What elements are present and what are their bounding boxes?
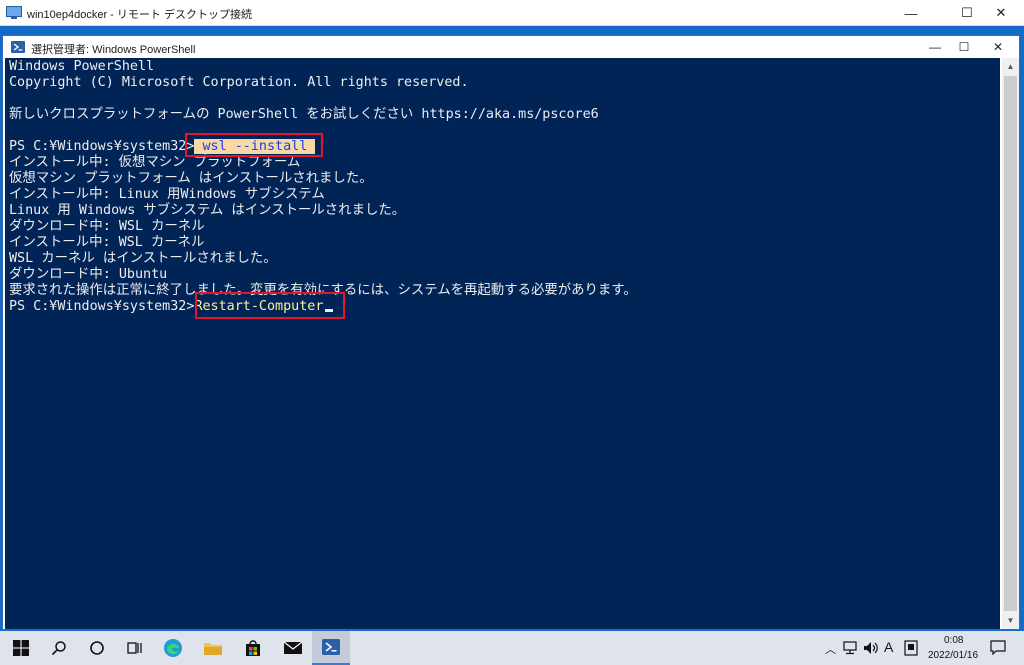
console-line: インストール中: WSL カーネル <box>9 235 205 250</box>
powershell-titlebar[interactable]: 選択管理者: Windows PowerShell — ☐ ✕ <box>3 36 1019 58</box>
console-line: 仮想マシン プラットフォーム はインストールされました。 <box>9 171 373 186</box>
maximize-icon: ☐ <box>958 40 970 54</box>
close-icon: ✕ <box>992 40 1004 54</box>
scroll-thumb[interactable] <box>1004 76 1017 611</box>
windows-start-icon <box>13 640 29 656</box>
clock-time[interactable]: 0:08 <box>944 635 963 646</box>
mail-button[interactable] <box>274 631 312 665</box>
clock-date[interactable]: 2022/01/16 <box>928 650 978 661</box>
minimize-icon: — <box>904 5 918 21</box>
store-icon <box>246 640 260 656</box>
search-icon <box>51 641 66 656</box>
console-line: WSL カーネル はインストールされました。 <box>9 251 277 266</box>
maximize-icon: ☐ <box>961 5 973 20</box>
rdp-window-title: win10ep4docker - リモート デスクトップ接続 <box>27 9 252 21</box>
task-view-icon <box>127 642 142 654</box>
rdp-close-button[interactable]: ✕ <box>978 0 1024 26</box>
console-line: 新しいクロスプラットフォームの PowerShell をお試しください http… <box>9 107 599 122</box>
powershell-icon <box>322 639 340 655</box>
powershell-icon <box>11 41 25 53</box>
show-hidden-icons-chevron-icon[interactable]: ︿ <box>825 641 836 657</box>
ime-pad-icon[interactable] <box>904 640 918 656</box>
ps-close-button[interactable]: ✕ <box>976 36 1020 58</box>
powershell-window-title: 選択管理者: Windows PowerShell <box>31 44 196 56</box>
remote-desktop-icon <box>6 6 22 19</box>
edge-button[interactable] <box>154 631 192 665</box>
taskbar: ︿ A 0:08 2022/01/16 <box>0 631 1024 665</box>
close-icon: ✕ <box>995 5 1007 20</box>
vertical-scrollbar[interactable]: ▲ ▼ <box>1002 58 1019 629</box>
restart-command-highlight <box>195 292 345 319</box>
console-line: Windows PowerShell <box>9 59 155 74</box>
edge-icon <box>164 639 182 657</box>
powershell-window: 選択管理者: Windows PowerShell — ☐ ✕ Windows … <box>2 35 1020 630</box>
console-line: Linux 用 Windows サブシステム はインストールされました。 <box>9 203 406 218</box>
cortana-icon <box>90 641 104 655</box>
volume-icon[interactable] <box>863 641 879 655</box>
console-line: Copyright (C) Microsoft Corporation. All… <box>9 75 469 90</box>
ime-indicator[interactable]: A <box>884 639 893 655</box>
notification-icon[interactable] <box>990 640 1006 655</box>
prompt: PS C:¥Windows¥system32> <box>9 299 195 314</box>
wsl-command-highlight <box>185 133 323 157</box>
task-view-button[interactable] <box>116 631 154 665</box>
network-icon[interactable] <box>843 641 859 655</box>
start-button[interactable] <box>2 631 40 665</box>
console-output[interactable]: Windows PowerShell Copyright (C) Microso… <box>5 58 1000 629</box>
prompt: PS C:¥Windows¥system32> <box>9 139 195 154</box>
scroll-up-arrow-icon[interactable]: ▲ <box>1002 58 1019 75</box>
mail-icon <box>283 641 303 654</box>
console-line: インストール中: Linux 用Windows サブシステム <box>9 187 325 202</box>
file-explorer-icon <box>204 643 222 655</box>
store-button[interactable] <box>234 631 272 665</box>
cortana-button[interactable] <box>78 631 116 665</box>
console-line: インストール中: 仮想マシン プラットフォーム <box>9 155 301 170</box>
console-line: ダウンロード中: Ubuntu <box>9 267 168 282</box>
rdp-minimize-button[interactable]: — <box>888 0 934 26</box>
console-line: ダウンロード中: WSL カーネル <box>9 219 205 234</box>
file-explorer-button[interactable] <box>194 631 232 665</box>
search-button[interactable] <box>40 631 78 665</box>
powershell-taskbar-button[interactable] <box>312 631 350 665</box>
rdp-titlebar: win10ep4docker - リモート デスクトップ接続 — ☐ ✕ <box>0 0 1024 26</box>
scroll-down-arrow-icon[interactable]: ▼ <box>1002 612 1019 629</box>
minimize-icon: — <box>929 40 941 54</box>
